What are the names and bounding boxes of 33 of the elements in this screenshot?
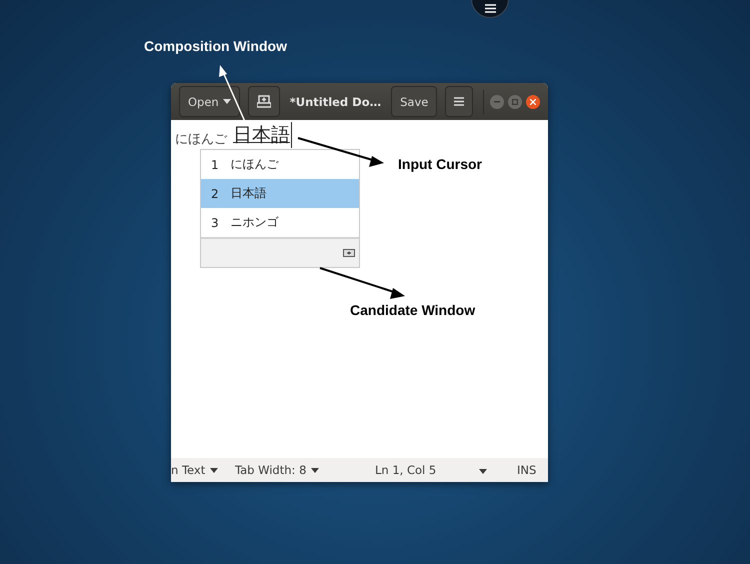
candidate-number: 3 (211, 216, 219, 230)
annotation-label: Candidate Window (350, 302, 476, 318)
close-icon (530, 98, 536, 104)
preedit-text: 日本語 (233, 122, 292, 148)
caret-icon (311, 468, 320, 472)
annotation-label: Input Cursor (398, 156, 482, 172)
caret-icon (479, 469, 487, 474)
menu-icon (484, 4, 496, 13)
committed-text: にほんご (175, 131, 227, 148)
candidate-item[interactable]: 2 日本語 (201, 179, 359, 208)
candidate-number: 1 (211, 158, 219, 172)
open-button[interactable]: Open (179, 86, 240, 117)
candidate-text: 日本語 (230, 185, 267, 202)
insert-mode: INS (517, 463, 536, 477)
menu-button[interactable] (445, 86, 474, 117)
caret-icon (210, 468, 218, 472)
window-title: *Untitled Do… (288, 94, 382, 108)
document-add-icon (256, 95, 271, 108)
language-selector[interactable]: n Text (171, 463, 235, 477)
save-button[interactable]: Save (391, 86, 438, 117)
maximize-icon (512, 98, 518, 104)
caret-icon (222, 99, 231, 104)
candidate-number: 2 (211, 186, 219, 200)
menu-icon (454, 97, 464, 106)
annotation-label: Composition Window (144, 38, 287, 54)
close-button[interactable] (526, 94, 540, 108)
cursor-position-selector[interactable]: Ln 1, Col 5 (375, 463, 487, 477)
keyboard-icon (343, 249, 355, 257)
tab-width-selector[interactable]: Tab Width: 8 (235, 463, 375, 477)
candidate-text: にほんご (230, 156, 279, 173)
new-document-button[interactable] (248, 86, 280, 117)
candidate-text: ニホンゴ (230, 214, 279, 231)
minimize-icon (494, 100, 500, 102)
